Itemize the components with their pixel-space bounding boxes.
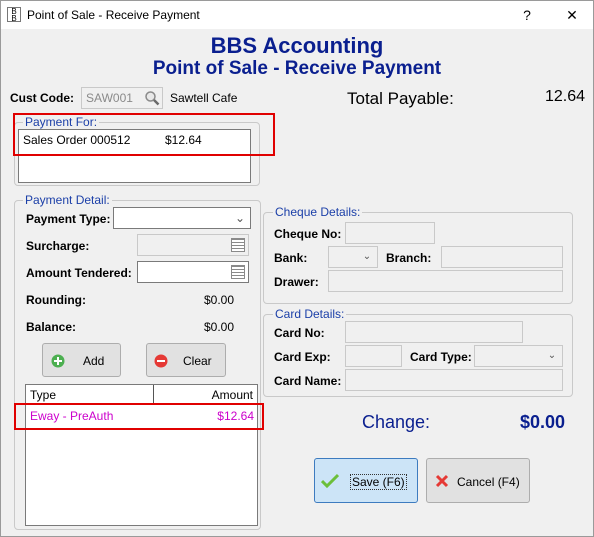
card-exp-field[interactable]	[345, 345, 402, 367]
drawer-field[interactable]	[328, 270, 563, 292]
highlight-payment-row	[14, 403, 264, 430]
calendar-icon[interactable]	[231, 265, 245, 279]
calendar-icon[interactable]	[231, 238, 245, 252]
card-details-title: Card Details:	[273, 307, 347, 321]
table-header: Type Amount	[26, 385, 257, 404]
card-type-label: Card Type:	[410, 350, 472, 364]
add-button[interactable]: Add	[42, 343, 121, 377]
save-button-label: Save (F6)	[350, 474, 407, 490]
x-icon	[435, 474, 449, 488]
payment-detail-title: Payment Detail:	[23, 193, 112, 207]
page-heading: Point of Sale - Receive Payment	[152, 58, 442, 79]
card-no-label: Card No:	[274, 326, 325, 340]
clear-button-label: Clear	[183, 354, 212, 368]
col-type-header[interactable]: Type	[30, 388, 56, 402]
branch-label: Branch:	[386, 251, 432, 265]
company-heading: BBS Accounting	[210, 33, 384, 58]
chevron-down-icon: ⌄	[234, 211, 246, 225]
balance-label: Balance:	[26, 320, 77, 334]
cust-name: Sawtell Cafe	[170, 91, 238, 105]
add-button-label: Add	[83, 354, 105, 368]
checkmark-icon	[321, 473, 339, 489]
clear-button[interactable]: Clear	[146, 343, 226, 377]
bank-select[interactable]: ⌄	[328, 246, 378, 268]
card-type-select[interactable]: ⌄	[474, 345, 563, 367]
card-name-field[interactable]	[345, 369, 563, 391]
balance-value: $0.00	[203, 320, 234, 334]
bbs-app-icon: BB	[7, 7, 21, 23]
bank-label: Bank:	[274, 251, 308, 265]
card-exp-label: Card Exp:	[274, 350, 331, 364]
search-icon[interactable]	[144, 90, 160, 106]
total-payable-value: 12.64	[544, 88, 585, 105]
highlight-payment-for	[13, 113, 275, 156]
cheque-no-label: Cheque No:	[274, 227, 342, 241]
change-value: $0.00	[519, 412, 565, 432]
cust-code-label: Cust Code:	[10, 91, 74, 105]
rounding-value: $0.00	[203, 293, 234, 307]
col-amount-header[interactable]: Amount	[156, 388, 253, 402]
chevron-down-icon: ⌄	[547, 350, 557, 361]
card-name-label: Card Name:	[274, 374, 342, 388]
close-button[interactable]: ✕	[561, 5, 583, 25]
drawer-label: Drawer:	[274, 275, 319, 289]
amount-tendered-field[interactable]	[137, 261, 249, 283]
surcharge-label: Surcharge:	[26, 239, 90, 253]
branch-field[interactable]	[441, 246, 563, 268]
cancel-button[interactable]: Cancel (F4)	[426, 458, 530, 503]
cheque-details-title: Cheque Details:	[273, 205, 363, 219]
amount-tendered-label: Amount Tendered:	[26, 266, 132, 280]
title-bar: BB Point of Sale - Receive Payment ? ✕	[1, 1, 593, 29]
cust-code-field[interactable]: SAW001	[81, 87, 163, 109]
add-icon	[51, 354, 65, 368]
window-title: Point of Sale - Receive Payment	[27, 8, 200, 22]
payment-type-label: Payment Type:	[26, 212, 111, 226]
card-no-field[interactable]	[345, 321, 523, 343]
chevron-down-icon: ⌄	[362, 251, 372, 262]
save-button[interactable]: Save (F6)	[314, 458, 418, 503]
help-button[interactable]: ?	[516, 5, 538, 25]
cust-code-value: SAW001	[86, 91, 133, 105]
receive-payment-window: BB Point of Sale - Receive Payment ? ✕ B…	[0, 0, 594, 537]
rounding-label: Rounding:	[26, 293, 86, 307]
column-divider[interactable]	[153, 385, 154, 404]
surcharge-field[interactable]	[137, 234, 249, 256]
cancel-button-label: Cancel (F4)	[457, 475, 520, 489]
change-label: Change:	[362, 412, 431, 432]
cheque-no-field[interactable]	[345, 222, 435, 244]
payment-type-select[interactable]: ⌄	[113, 207, 251, 229]
total-payable-label: Total Payable:	[347, 89, 454, 108]
clear-icon	[154, 354, 168, 368]
